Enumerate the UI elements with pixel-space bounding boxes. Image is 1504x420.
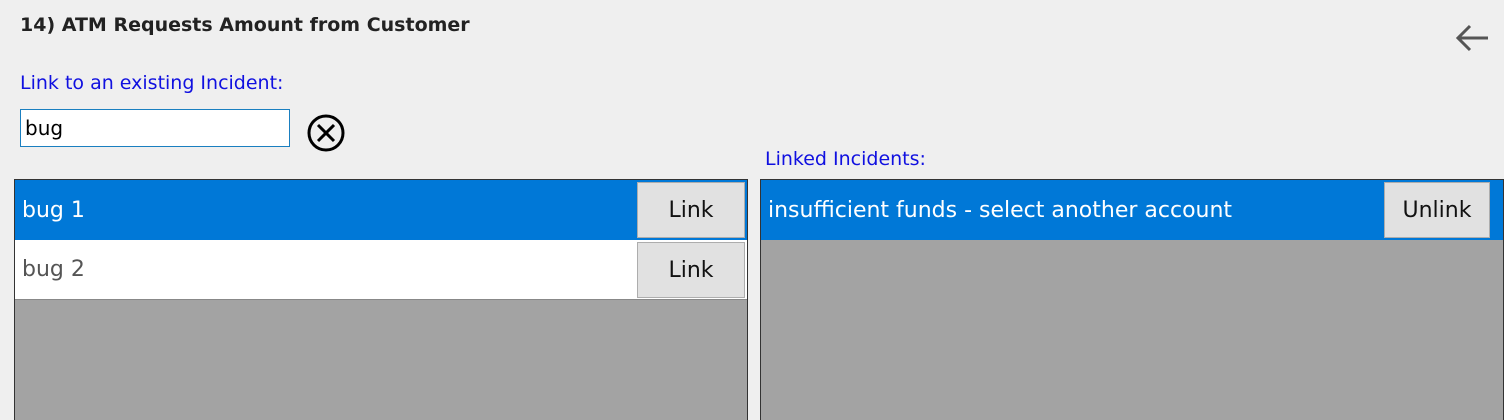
back-button[interactable] <box>1452 20 1492 60</box>
linked-incidents-label: Linked Incidents: <box>765 148 926 170</box>
unlink-button[interactable]: Unlink <box>1384 182 1490 238</box>
list-item-label: bug 2 <box>22 257 85 282</box>
arrow-left-icon <box>1455 24 1488 52</box>
linked-incidents-list: insufficient funds - select another acco… <box>760 179 1504 420</box>
search-input[interactable] <box>20 109 290 147</box>
search-results-list: bug 1 Link bug 2 Link <box>14 179 748 420</box>
search-label: Link to an existing Incident: <box>20 72 284 94</box>
list-item-label: bug 1 <box>22 197 85 223</box>
clear-search-button[interactable] <box>306 113 346 153</box>
list-item-label: insufficient funds - select another acco… <box>768 197 1233 223</box>
list-item[interactable]: insufficient funds - select another acco… <box>761 180 1503 240</box>
link-button[interactable]: Link <box>637 242 745 298</box>
page-title: 14) ATM Requests Amount from Customer <box>20 14 470 36</box>
circle-x-icon <box>307 114 345 152</box>
list-item[interactable]: bug 2 Link <box>15 240 747 300</box>
link-button[interactable]: Link <box>637 182 745 238</box>
list-item[interactable]: bug 1 Link <box>15 180 747 240</box>
